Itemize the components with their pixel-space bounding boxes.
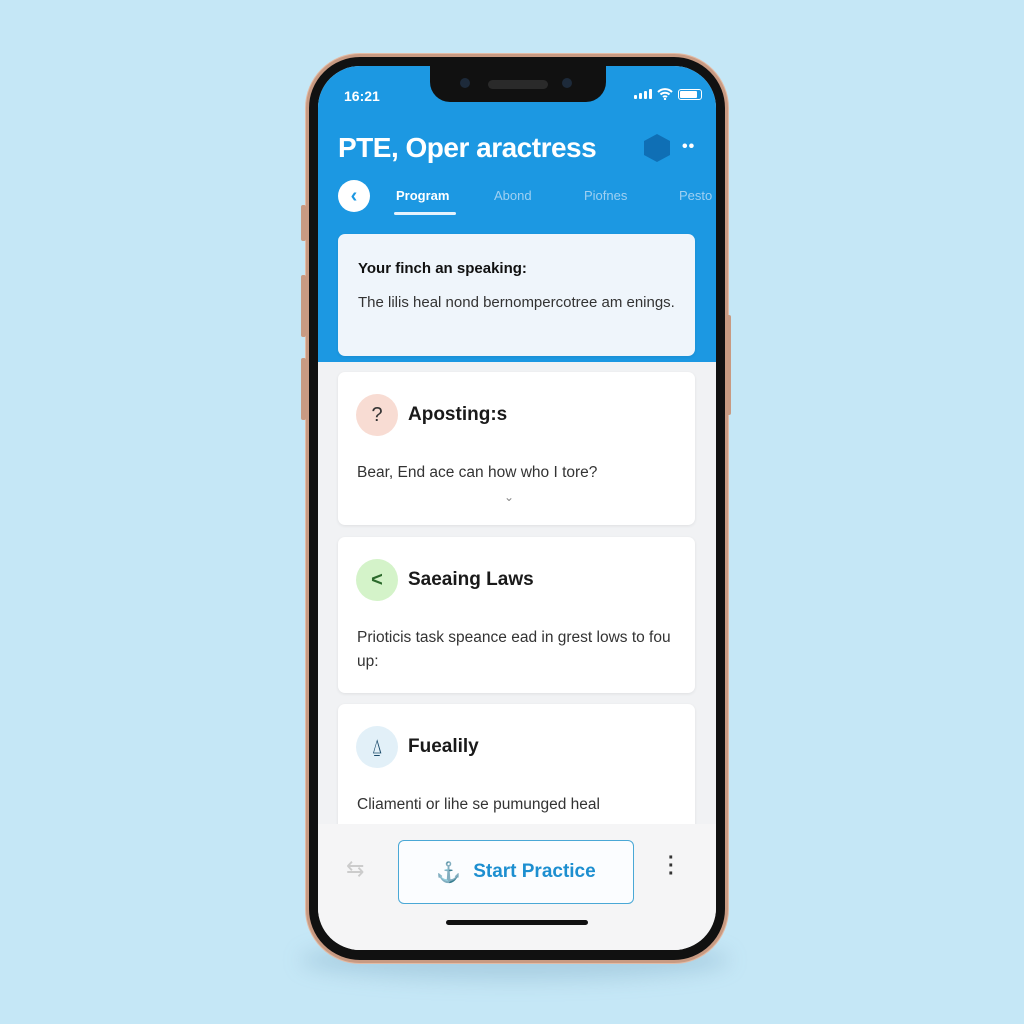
phone-screen: 16:21 PTE, Oper aractress •• ‹ Program A… bbox=[318, 66, 716, 950]
hexagon-badge-icon[interactable] bbox=[644, 134, 670, 162]
camera-icon bbox=[562, 78, 572, 88]
card-apostings[interactable]: ? Aposting:s Bear, End ace can how who I… bbox=[338, 372, 695, 525]
status-time: 16:21 bbox=[344, 88, 380, 104]
card-saeaing-laws[interactable]: < Saeaing Laws Prioticis task speance ea… bbox=[338, 537, 695, 693]
tab-piofnes[interactable]: Piofnes bbox=[584, 188, 627, 203]
card-text: Bear, End ace can how who I tore? bbox=[357, 464, 598, 481]
back-button[interactable]: ‹ bbox=[338, 180, 370, 212]
volume-up-button bbox=[301, 275, 306, 337]
sensor-icon bbox=[460, 78, 470, 88]
chevron-down-icon[interactable]: ⌄ bbox=[504, 490, 514, 504]
card-fuealily[interactable]: ⍙ Fuealily Cliamenti or lihe se pumunged… bbox=[338, 704, 695, 844]
intro-card: Your finch an speaking: The lilis heal n… bbox=[338, 234, 695, 356]
notch bbox=[430, 66, 606, 102]
share-icon: < bbox=[356, 559, 398, 601]
start-practice-button[interactable]: ⚓ Start Practice bbox=[398, 840, 634, 904]
more-options-icon[interactable]: •• bbox=[682, 138, 695, 156]
wifi-icon bbox=[657, 88, 673, 100]
intro-heading: Your finch an speaking: bbox=[358, 260, 527, 277]
card-text: Prioticis task speance ead in grest lows… bbox=[357, 629, 671, 670]
tab-program[interactable]: Program bbox=[396, 188, 449, 203]
battery-icon bbox=[678, 88, 702, 100]
active-tab-indicator bbox=[394, 212, 456, 215]
microphone-icon: ⚓ bbox=[436, 861, 462, 884]
person-icon: ⍙ bbox=[356, 726, 398, 768]
tab-abond[interactable]: Abond bbox=[494, 188, 532, 203]
speaker bbox=[488, 80, 548, 89]
card-title: Fuealily bbox=[408, 736, 479, 757]
page-title: PTE, Oper aractress bbox=[338, 132, 597, 163]
status-icons bbox=[634, 88, 702, 100]
power-button bbox=[726, 315, 731, 415]
intro-text: The lilis heal nond bernompercotree am e… bbox=[358, 294, 675, 311]
chevron-left-icon: ‹ bbox=[350, 184, 358, 207]
question-icon: ? bbox=[356, 394, 398, 436]
start-practice-label: Start Practice bbox=[473, 861, 596, 882]
bottom-bar: ⇆ ⚓ Start Practice · · · bbox=[318, 824, 716, 950]
signal-icon bbox=[634, 89, 652, 99]
card-text: Cliamenti or lihe se pumunged heal bbox=[357, 796, 600, 813]
card-title: Aposting:s bbox=[408, 404, 508, 425]
card-title: Saeaing Laws bbox=[408, 569, 534, 590]
repeat-icon[interactable]: ⇆ bbox=[346, 856, 364, 882]
volume-down-button bbox=[301, 358, 306, 420]
mute-switch bbox=[301, 205, 306, 241]
tab-pesto[interactable]: Pesto bbox=[679, 188, 712, 203]
more-vertical-icon[interactable]: · · · bbox=[668, 848, 675, 884]
home-indicator[interactable] bbox=[446, 920, 588, 925]
